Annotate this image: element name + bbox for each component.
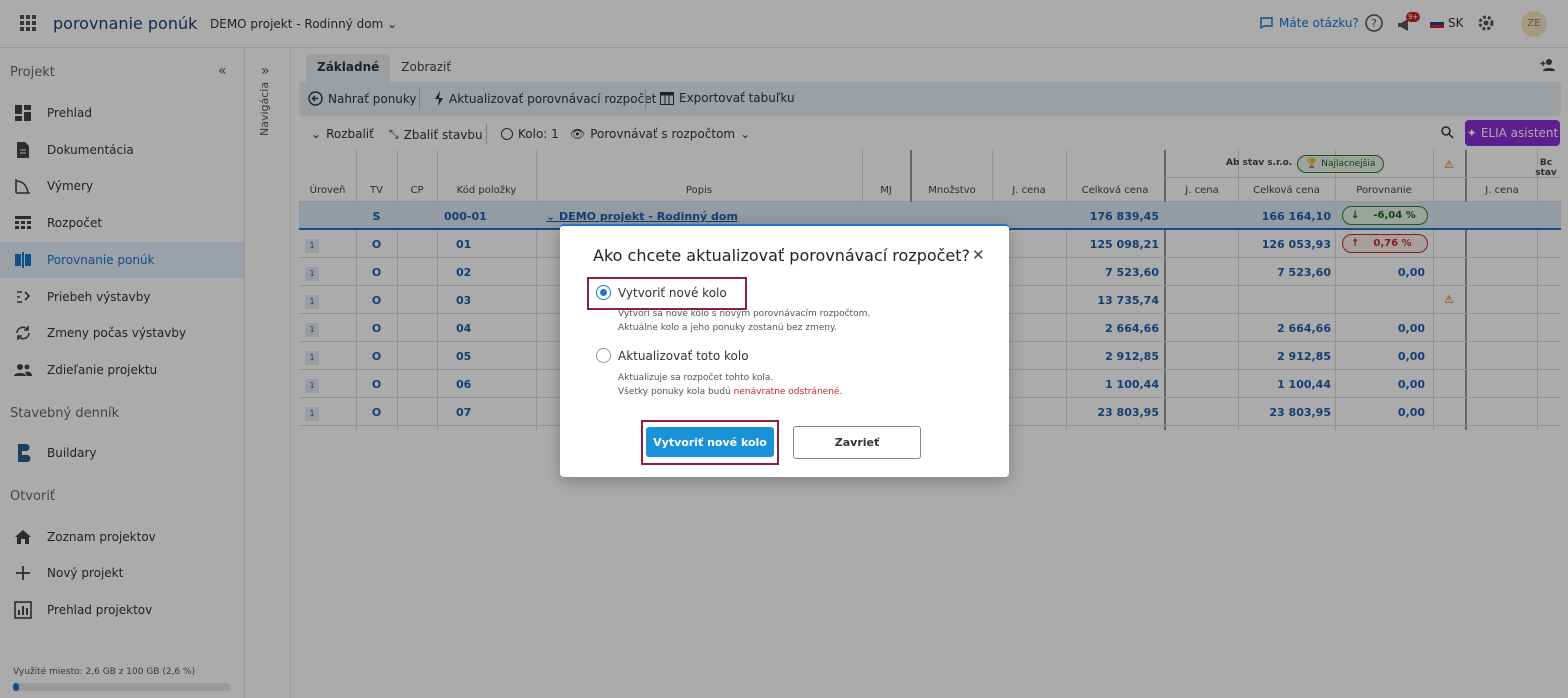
- option-update-round-desc: Aktualizuje sa rozpočet tohto kola. Všet…: [618, 371, 842, 399]
- radio-create-new-round[interactable]: [596, 285, 611, 300]
- update-budget-dialog: Ako chcete aktualizovať porovnávací rozp…: [560, 224, 1009, 477]
- desc-line: Vytvorí sa nové kolo s novým porovnávací…: [618, 309, 871, 319]
- desc-warning-text: nenávratne odstránené: [733, 387, 840, 397]
- option-create-new-round-desc: Vytvorí sa nové kolo s novým porovnávací…: [618, 307, 870, 335]
- close-button[interactable]: Zavrieť: [793, 426, 921, 459]
- desc-text: Všetky ponuky kola budú: [618, 387, 734, 397]
- radio-update-round[interactable]: [596, 348, 611, 363]
- desc-line: Aktuálne kolo a jeho ponuky zostanú bez …: [618, 323, 837, 333]
- create-new-round-button[interactable]: Vytvoriť nové kolo: [646, 427, 774, 457]
- option-create-new-round-label: Vytvoriť nové kolo: [618, 285, 727, 300]
- close-icon[interactable]: ✕: [972, 246, 985, 264]
- option-create-new-round[interactable]: Vytvoriť nové kolo: [596, 285, 727, 300]
- desc-text: .: [839, 387, 843, 397]
- desc-line: Aktualizuje sa rozpočet tohto kola.: [618, 373, 774, 383]
- option-update-round[interactable]: Aktualizovať toto kolo: [596, 348, 749, 363]
- desc-line: Všetky ponuky kola budú nenávratne odstr…: [618, 385, 842, 399]
- dialog-title: Ako chcete aktualizovať porovnávací rozp…: [593, 246, 971, 265]
- option-update-round-label: Aktualizovať toto kolo: [618, 348, 749, 363]
